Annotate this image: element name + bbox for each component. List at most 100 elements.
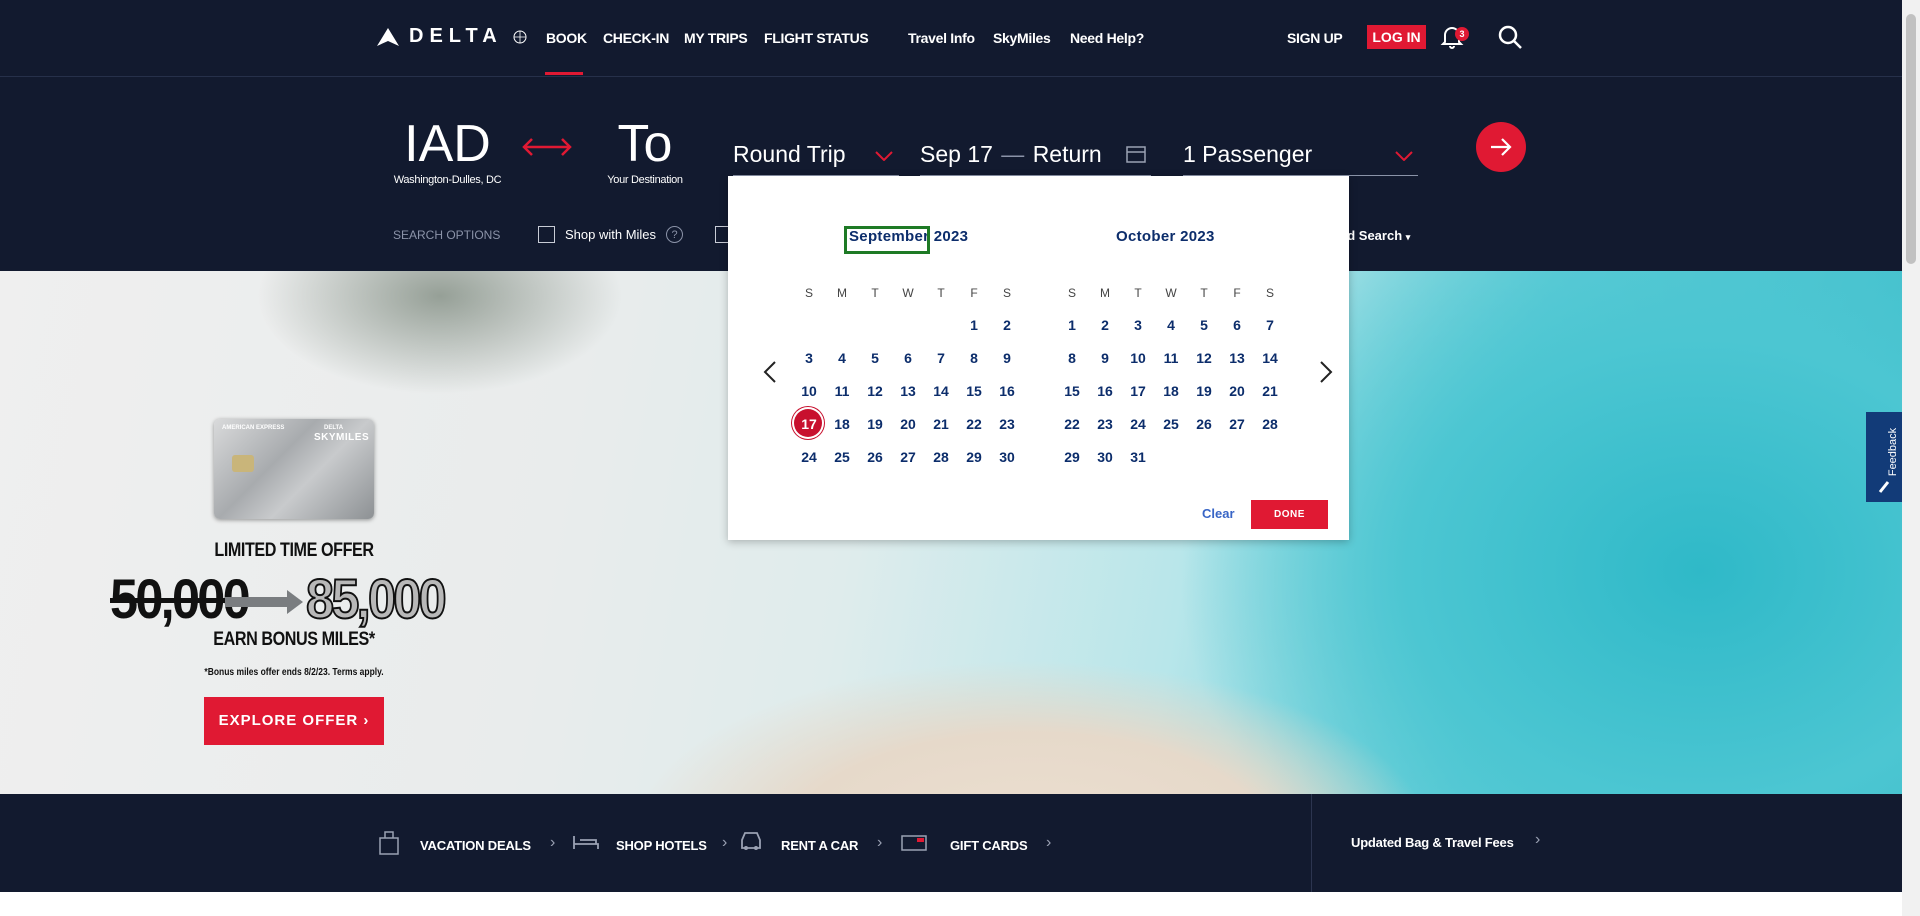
rent-a-car-link[interactable]: RENT A CAR — [781, 838, 858, 853]
bag-fees-link[interactable]: Updated Bag & Travel Fees — [1351, 835, 1514, 850]
october-day[interactable]: 30 — [1090, 442, 1120, 472]
september-day[interactable]: 9 — [992, 343, 1022, 373]
nav-skymiles[interactable]: SkyMiles — [993, 30, 1051, 46]
september-day[interactable]: 14 — [926, 376, 956, 406]
october-day[interactable]: 13 — [1222, 343, 1252, 373]
september-day[interactable]: 13 — [893, 376, 923, 406]
october-day[interactable]: 4 — [1156, 310, 1186, 340]
scrollbar-thumb[interactable] — [1906, 14, 1916, 264]
september-day[interactable]: 23 — [992, 409, 1022, 439]
september-day[interactable]: 17 — [794, 409, 824, 439]
september-day[interactable]: 28 — [926, 442, 956, 472]
september-day[interactable]: 20 — [893, 409, 923, 439]
october-day[interactable]: 25 — [1156, 409, 1186, 439]
october-day[interactable]: 22 — [1057, 409, 1087, 439]
october-day[interactable]: 6 — [1222, 310, 1252, 340]
september-day[interactable]: 16 — [992, 376, 1022, 406]
september-day[interactable]: 27 — [893, 442, 923, 472]
nav-book[interactable]: BOOK — [546, 30, 587, 46]
october-day[interactable]: 21 — [1255, 376, 1285, 406]
done-button[interactable]: DONE — [1251, 500, 1328, 529]
october-day[interactable]: 19 — [1189, 376, 1219, 406]
shop-with-miles-option[interactable]: Shop with Miles ? — [538, 226, 684, 243]
september-day[interactable]: 21 — [926, 409, 956, 439]
october-day[interactable]: 8 — [1057, 343, 1087, 373]
september-day[interactable]: 1 — [959, 310, 989, 340]
september-day[interactable]: 5 — [860, 343, 890, 373]
october-day[interactable]: 3 — [1123, 310, 1153, 340]
october-day[interactable]: 15 — [1057, 376, 1087, 406]
submit-search-button[interactable] — [1476, 122, 1526, 172]
october-day[interactable]: 7 — [1255, 310, 1285, 340]
nav-flight-status[interactable]: FLIGHT STATUS — [764, 30, 869, 46]
passenger-select[interactable]: 1 Passenger — [1183, 119, 1418, 176]
nav-need-help[interactable]: Need Help? — [1070, 30, 1144, 46]
destination-field[interactable]: To Your Destination — [590, 114, 700, 186]
nav-travel-info[interactable]: Travel Info — [908, 30, 975, 46]
explore-offer-button[interactable]: EXPLORE OFFER › — [204, 697, 384, 745]
september-day[interactable]: 8 — [959, 343, 989, 373]
september-day[interactable]: 10 — [794, 376, 824, 406]
september-day[interactable]: 15 — [959, 376, 989, 406]
september-day[interactable]: 12 — [860, 376, 890, 406]
september-day[interactable]: 30 — [992, 442, 1022, 472]
october-day[interactable]: 11 — [1156, 343, 1186, 373]
september-day[interactable]: 26 — [860, 442, 890, 472]
credit-card-image[interactable]: AMERICAN EXPRESS DELTA SKYMILES — [214, 419, 374, 519]
october-day[interactable]: 12 — [1189, 343, 1219, 373]
chevron-down-icon — [875, 151, 893, 161]
october-day[interactable]: 10 — [1123, 343, 1153, 373]
delta-logo[interactable]: DELTA — [377, 25, 527, 48]
september-day[interactable]: 29 — [959, 442, 989, 472]
october-day[interactable]: 5 — [1189, 310, 1219, 340]
chevron-right-icon: › — [722, 834, 728, 851]
september-day[interactable]: 22 — [959, 409, 989, 439]
nav-check-in[interactable]: CHECK-IN — [603, 30, 669, 46]
clear-button[interactable]: Clear — [1202, 506, 1235, 521]
shop-hotels-link[interactable]: SHOP HOTELS — [616, 838, 707, 853]
september-day[interactable]: 18 — [827, 409, 857, 439]
september-day[interactable]: 2 — [992, 310, 1022, 340]
date-field[interactable]: Sep 17 — Return — [920, 119, 1151, 176]
october-day[interactable]: 1 — [1057, 310, 1087, 340]
log-in-button[interactable]: LOG IN — [1367, 25, 1426, 49]
search-icon[interactable] — [1497, 24, 1523, 50]
october-day[interactable]: 16 — [1090, 376, 1120, 406]
october-day[interactable]: 17 — [1123, 376, 1153, 406]
feedback-tab[interactable]: Feedback — [1866, 412, 1902, 502]
october-day[interactable]: 2 — [1090, 310, 1120, 340]
advanced-search-label: ed Search — [1340, 228, 1403, 243]
october-day[interactable]: 23 — [1090, 409, 1120, 439]
vacation-deals-link[interactable]: VACATION DEALS — [420, 838, 531, 853]
october-day[interactable]: 31 — [1123, 442, 1153, 472]
september-day[interactable]: 24 — [794, 442, 824, 472]
september-day[interactable]: 3 — [794, 343, 824, 373]
october-day[interactable]: 28 — [1255, 409, 1285, 439]
october-day[interactable]: 14 — [1255, 343, 1285, 373]
gift-cards-link[interactable]: GIFT CARDS — [950, 838, 1028, 853]
september-day[interactable]: 4 — [827, 343, 857, 373]
september-day[interactable]: 25 — [827, 442, 857, 472]
october-day[interactable]: 9 — [1090, 343, 1120, 373]
september-day[interactable]: 7 — [926, 343, 956, 373]
october-day[interactable]: 26 — [1189, 409, 1219, 439]
september-day[interactable]: 19 — [860, 409, 890, 439]
shop-with-miles-checkbox[interactable] — [538, 226, 555, 243]
chevron-right-icon[interactable] — [1318, 360, 1334, 384]
chevron-left-icon[interactable] — [762, 360, 778, 384]
october-day[interactable]: 29 — [1057, 442, 1087, 472]
october-day[interactable]: 27 — [1222, 409, 1252, 439]
sign-up-link[interactable]: SIGN UP — [1287, 30, 1343, 46]
nav-my-trips[interactable]: MY TRIPS — [684, 30, 748, 46]
september-day[interactable]: 6 — [893, 343, 923, 373]
advanced-search-link[interactable]: ed Search ▾ — [1340, 228, 1410, 243]
october-day[interactable]: 18 — [1156, 376, 1186, 406]
september-day[interactable]: 11 — [827, 376, 857, 406]
swap-arrows-icon[interactable] — [522, 135, 572, 159]
trip-type-select[interactable]: Round Trip — [733, 119, 899, 176]
october-day[interactable]: 20 — [1222, 376, 1252, 406]
chevron-down-icon — [1395, 151, 1413, 161]
help-icon[interactable]: ? — [666, 226, 684, 243]
october-day[interactable]: 24 — [1123, 409, 1153, 439]
origin-field[interactable]: IAD Washington-Dulles, DC — [380, 114, 515, 186]
